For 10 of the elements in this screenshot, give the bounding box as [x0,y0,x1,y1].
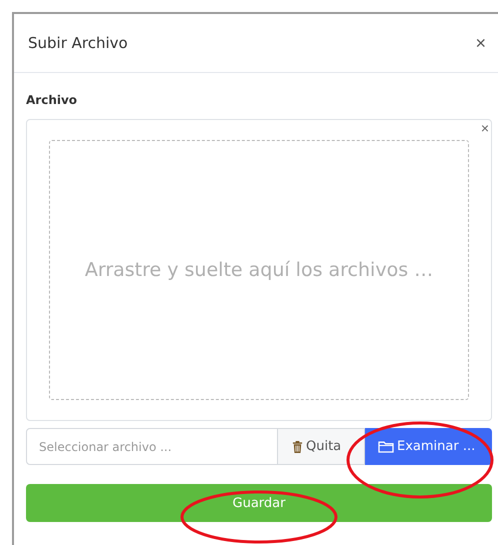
folder-icon [378,440,394,453]
file-name-field[interactable]: Seleccionar archivo ... [26,428,278,465]
dialog-title: Subir Archivo [28,34,128,52]
field-label: Archivo [26,93,78,107]
remove-button[interactable]: Quita [278,428,365,465]
trash-icon [292,440,303,454]
close-button[interactable]: × [475,32,486,54]
browse-button[interactable]: Examinar ... [365,428,492,465]
close-button[interactable]: × [480,120,489,136]
drop-hint: Arrastre y suelte aquí los archivos … [84,259,434,281]
